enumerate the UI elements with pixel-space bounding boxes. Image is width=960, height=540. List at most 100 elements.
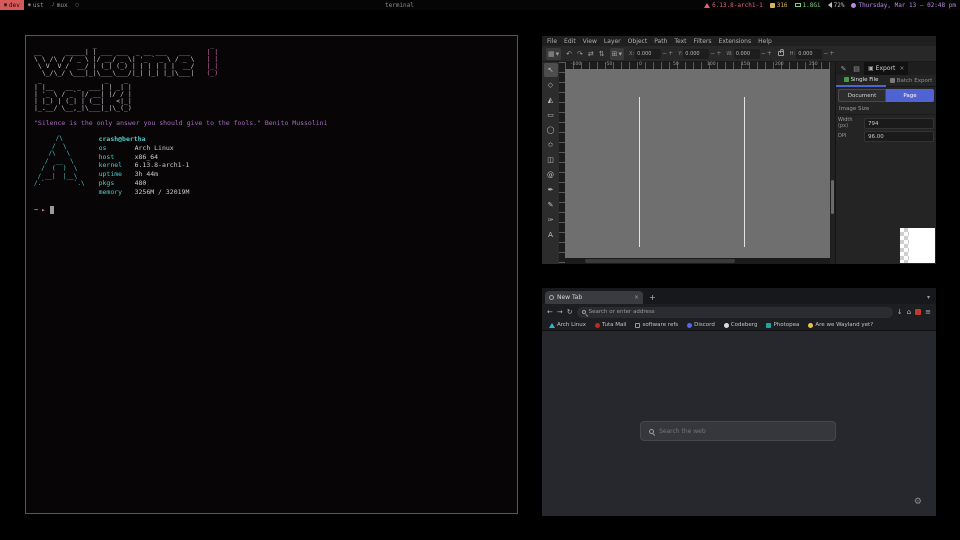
menu-file[interactable]: File [547, 38, 557, 45]
w-plus-button[interactable]: + [767, 50, 772, 57]
quote-line: "Silence is the only answer you should g… [34, 119, 509, 127]
calligraphy-tool[interactable]: ✑ [544, 213, 558, 227]
inkscape-window[interactable]: File Edit View Layer Object Path Text Fi… [542, 36, 936, 264]
active-tab[interactable]: New Tab × [545, 291, 643, 304]
new-tab-button[interactable]: + [649, 293, 656, 302]
lock-ratio-icon[interactable] [778, 51, 784, 56]
reload-button[interactable]: ↻ [567, 308, 573, 316]
menu-layer[interactable]: Layer [604, 38, 621, 45]
export-panel: ✎ ▤ ▣ Export × Single File Batc [835, 62, 936, 264]
bookmark-photopea[interactable]: Photopea [766, 322, 799, 328]
fetch-row-os: os Arch Linux [99, 144, 190, 153]
downloads-icon[interactable]: ↓ [897, 308, 903, 316]
rotate-cw-button[interactable]: ↷ [577, 50, 583, 58]
y-plus-button[interactable]: + [716, 50, 721, 57]
pen-tool[interactable]: ✒ [544, 183, 558, 197]
tabs-dropdown-icon[interactable]: ▾ [927, 294, 930, 301]
selection-mode-dropdown[interactable]: ▦ ▾ [546, 48, 561, 60]
width-input[interactable]: 0.000 [734, 49, 760, 59]
flip-vertical-button[interactable]: ⇅ [599, 50, 605, 58]
align-dropdown[interactable]: ⊞ ▾ [610, 48, 624, 60]
menu-help[interactable]: Help [758, 38, 772, 45]
export-dpi-input[interactable]: 96.00 [864, 131, 934, 142]
document-button[interactable]: Document [838, 89, 886, 102]
status-bar: ▣ dev ◉ ust ♪ mux ▢ terminal 6.13.8-arch… [0, 0, 960, 10]
x-input[interactable]: 0.000 [635, 49, 661, 59]
url-input[interactable] [589, 309, 888, 315]
text-tool[interactable]: A [544, 228, 558, 242]
height-input[interactable]: 0.000 [796, 49, 822, 59]
rotate-ccw-button[interactable]: ↶ [566, 50, 572, 58]
bookmark-discord[interactable]: Discord [687, 322, 715, 328]
width-row: Width (px) 794 [836, 117, 936, 130]
bookmark-arch-linux[interactable]: Arch Linux [549, 322, 586, 328]
url-bar[interactable] [577, 307, 893, 318]
menu-icon[interactable]: ≡ [925, 308, 931, 316]
star-tool[interactable]: ✩ [544, 138, 558, 152]
single-file-icon [844, 77, 849, 82]
workspace-tag-empty[interactable]: ▢ [72, 0, 83, 10]
pencil-tool[interactable]: ✎ [544, 198, 558, 212]
close-icon[interactable]: × [899, 65, 904, 72]
tab-single-file[interactable]: Single File [836, 75, 886, 87]
pencil-icon[interactable]: ✎ [838, 65, 849, 73]
rectangle-tool[interactable]: ▭ [544, 108, 558, 122]
close-icon[interactable]: × [634, 294, 639, 301]
bookmarks-bar: Arch Linux Tuta Mail software refs Disco… [542, 320, 936, 331]
inkscape-canvas[interactable] [565, 69, 830, 258]
node-tool[interactable]: ◇ [544, 78, 558, 92]
ellipse-tool[interactable]: ◯ [544, 123, 558, 137]
bookmark-folder-software-refs[interactable]: software refs [635, 322, 678, 328]
horizontal-scrollbar[interactable] [565, 258, 830, 264]
web-search-input[interactable] [659, 428, 827, 435]
dialog-dock-tabs: ✎ ▤ ▣ Export × [836, 62, 936, 75]
y-minus-button[interactable]: − [710, 50, 715, 57]
arch-icon [549, 323, 555, 328]
selector-tool[interactable]: ↖ [544, 63, 558, 77]
workspace-tag-mux[interactable]: ♪ mux [48, 0, 72, 10]
menu-view[interactable]: View [583, 38, 597, 45]
forward-button[interactable]: → [557, 308, 563, 316]
spiral-tool[interactable]: @ [544, 168, 558, 182]
layers-icon[interactable]: ▤ [851, 65, 862, 73]
menu-text[interactable]: Text [674, 38, 686, 45]
x-plus-button[interactable]: + [668, 50, 673, 57]
scrollbar-thumb[interactable] [831, 180, 834, 214]
bookmark-are-we-wayland-yet[interactable]: Are we Wayland yet? [808, 322, 873, 328]
scrollbar-thumb[interactable] [585, 259, 735, 263]
web-search-box[interactable] [640, 421, 836, 441]
y-input[interactable]: 0.000 [683, 49, 709, 59]
menu-filters[interactable]: Filters [694, 38, 712, 45]
export-dialog-tab[interactable]: ▣ Export × [864, 62, 908, 75]
fetch-row-memory: memory 3256M / 32019M [99, 188, 190, 197]
system-fetch: /\ / \ /\ \ / __ \ / ( ) \ / __| |__\ /.… [34, 135, 509, 196]
vertical-scrollbar[interactable] [830, 62, 835, 264]
terminal-window[interactable]: _ __ _____| | ___ ___ _ __ ___ ___ \ \ /… [25, 35, 518, 514]
flip-horizontal-button[interactable]: ⇄ [588, 50, 594, 58]
h-plus-button[interactable]: + [829, 50, 834, 57]
workspace-tag-label: mux [57, 2, 68, 9]
back-button[interactable]: ← [547, 308, 553, 316]
box3d-tool[interactable]: ◫ [544, 153, 558, 167]
menu-path[interactable]: Path [654, 38, 667, 45]
w-minus-button[interactable]: − [761, 50, 766, 57]
shell-prompt[interactable]: ~ ▸ [34, 206, 509, 214]
export-width-input[interactable]: 794 [864, 118, 934, 129]
menu-extensions[interactable]: Extensions [719, 38, 752, 45]
x-minus-button[interactable]: − [662, 50, 667, 57]
tab-batch-export[interactable]: Batch Export [886, 75, 936, 87]
h-minus-button[interactable]: − [823, 50, 828, 57]
home-icon[interactable]: ⌂ [907, 308, 911, 316]
page-button[interactable]: Page [886, 89, 934, 102]
workspace-tag-dev[interactable]: ▣ dev [0, 0, 24, 10]
browser-window[interactable]: New Tab × + ▾ ← → ↻ ↓ ⌂ ≡ Arch Linux [542, 288, 936, 516]
shape-builder-tool[interactable]: ◭ [544, 93, 558, 107]
workspace-tags: ▣ dev ◉ ust ♪ mux ▢ [0, 0, 83, 10]
bookmark-codeberg[interactable]: Codeberg [724, 322, 758, 328]
bookmark-tuta-mail[interactable]: Tuta Mail [595, 322, 626, 328]
menu-object[interactable]: Object [628, 38, 648, 45]
workspace-tag-ust[interactable]: ◉ ust [24, 0, 48, 10]
menu-edit[interactable]: Edit [564, 38, 576, 45]
ublock-extension-icon[interactable] [915, 309, 921, 315]
gear-icon[interactable]: ⚙ [914, 497, 922, 507]
